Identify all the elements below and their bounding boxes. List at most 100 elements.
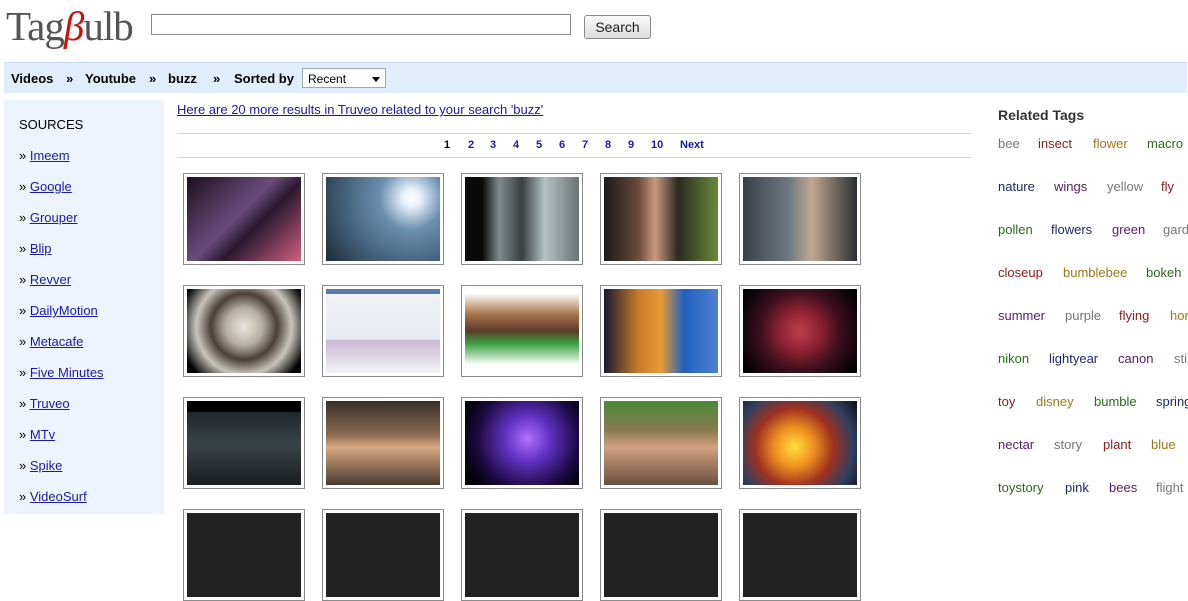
source-link[interactable]: Google: [30, 179, 72, 194]
source-link[interactable]: Five Minutes: [30, 365, 104, 380]
source-link[interactable]: DailyMotion: [30, 303, 98, 318]
video-thumbnail[interactable]: [183, 397, 305, 489]
search-button[interactable]: Search: [584, 15, 651, 39]
related-tag[interactable]: story: [1054, 437, 1082, 452]
page-link[interactable]: 6: [559, 139, 565, 151]
page-link[interactable]: 4: [513, 139, 519, 151]
video-thumbnail[interactable]: [183, 173, 305, 265]
breadcrumb-buzz[interactable]: buzz: [168, 71, 197, 86]
source-link[interactable]: Grouper: [30, 210, 78, 225]
related-tag[interactable]: closeup: [998, 265, 1043, 280]
video-thumbnail[interactable]: [739, 509, 861, 601]
related-tag[interactable]: bees: [1109, 480, 1137, 495]
video-thumbnail-image: [604, 401, 718, 485]
related-tag[interactable]: green: [1112, 222, 1145, 237]
video-thumbnail[interactable]: [183, 285, 305, 377]
related-tag[interactable]: toy: [998, 394, 1015, 409]
related-tag[interactable]: nectar: [998, 437, 1034, 452]
search-input[interactable]: [151, 14, 571, 35]
source-link[interactable]: Metacafe: [30, 334, 83, 349]
video-thumbnail-image: [465, 289, 579, 373]
related-tag[interactable]: yellow: [1107, 179, 1143, 194]
breadcrumb-videos[interactable]: Videos: [11, 71, 53, 86]
video-thumbnail[interactable]: [461, 173, 583, 265]
related-tag[interactable]: bumble: [1094, 394, 1137, 409]
page-link[interactable]: 9: [628, 139, 634, 151]
related-tag[interactable]: summer: [998, 308, 1045, 323]
video-thumbnail[interactable]: [183, 509, 305, 601]
source-link[interactable]: Blip: [30, 241, 52, 256]
related-tag[interactable]: hor: [1170, 308, 1188, 323]
source-link[interactable]: MTv: [30, 427, 55, 442]
video-thumbnail[interactable]: [461, 285, 583, 377]
page-link[interactable]: 1: [444, 139, 450, 151]
video-thumbnail[interactable]: [600, 509, 722, 601]
source-link[interactable]: Truveo: [30, 396, 70, 411]
tagbulb-logo[interactable]: Tagβulb: [6, 3, 134, 49]
source-item: » Google: [19, 179, 72, 194]
related-tag[interactable]: purple: [1065, 308, 1101, 323]
related-tag[interactable]: flower: [1093, 136, 1128, 151]
logo-text-ulb: ulb: [83, 3, 133, 49]
related-tag[interactable]: canon: [1118, 351, 1153, 366]
bullet-icon: »: [19, 427, 27, 442]
video-thumbnail[interactable]: [739, 173, 861, 265]
source-link[interactable]: Spike: [30, 458, 63, 473]
video-thumbnail[interactable]: [600, 397, 722, 489]
related-tag[interactable]: plant: [1103, 437, 1131, 452]
video-thumbnail-image: [465, 177, 579, 261]
source-link[interactable]: Imeem: [30, 148, 70, 163]
next-page-link[interactable]: Next: [680, 139, 704, 151]
breadcrumb-youtube[interactable]: Youtube: [85, 71, 136, 86]
page-link[interactable]: 5: [536, 139, 542, 151]
related-tag[interactable]: sti: [1174, 351, 1187, 366]
video-thumbnail-image: [187, 177, 301, 261]
source-item: » Revver: [19, 272, 71, 287]
related-tag[interactable]: pink: [1065, 480, 1089, 495]
video-thumbnail[interactable]: [322, 397, 444, 489]
related-tag[interactable]: blue: [1151, 437, 1176, 452]
related-tag[interactable]: toystory: [998, 480, 1044, 495]
sort-select[interactable]: Recent: [302, 68, 386, 88]
video-thumbnail[interactable]: [461, 509, 583, 601]
source-link[interactable]: Revver: [30, 272, 71, 287]
video-thumbnail[interactable]: [322, 173, 444, 265]
video-thumbnail[interactable]: [600, 173, 722, 265]
related-tag[interactable]: wings: [1054, 179, 1087, 194]
source-link[interactable]: VideoSurf: [30, 489, 87, 504]
page-link[interactable]: 7: [582, 139, 588, 151]
related-tag[interactable]: macro: [1147, 136, 1183, 151]
video-thumbnail[interactable]: [322, 509, 444, 601]
page-link[interactable]: 8: [605, 139, 611, 151]
related-tag[interactable]: gard: [1163, 222, 1188, 237]
related-tag[interactable]: flying: [1119, 308, 1149, 323]
related-tag[interactable]: insect: [1038, 136, 1072, 151]
page-link[interactable]: 3: [490, 139, 496, 151]
bullet-icon: »: [19, 148, 27, 163]
related-tag[interactable]: nature: [998, 179, 1035, 194]
video-thumbnail-image: [187, 289, 301, 373]
video-thumbnail[interactable]: [600, 285, 722, 377]
related-tag[interactable]: flowers: [1051, 222, 1092, 237]
chevron-down-icon: [372, 77, 380, 82]
page-link[interactable]: 2: [468, 139, 474, 151]
related-tag[interactable]: bee: [998, 136, 1020, 151]
video-thumbnail[interactable]: [461, 397, 583, 489]
related-tag[interactable]: pollen: [998, 222, 1033, 237]
breadcrumb-bar: Videos » Youtube » buzz » Sorted by Rece…: [4, 62, 1187, 93]
breadcrumb-separator: »: [213, 71, 221, 86]
related-tag[interactable]: nikon: [998, 351, 1029, 366]
related-tag[interactable]: fly: [1161, 179, 1174, 194]
video-thumbnail[interactable]: [739, 397, 861, 489]
more-results-link[interactable]: Here are 20 more results in Truveo relat…: [177, 102, 543, 117]
video-thumbnail[interactable]: [322, 285, 444, 377]
related-tag[interactable]: spring: [1156, 394, 1188, 409]
video-thumbnail[interactable]: [739, 285, 861, 377]
page-link[interactable]: 10: [651, 139, 663, 151]
related-tag[interactable]: disney: [1036, 394, 1074, 409]
related-tag[interactable]: bokeh: [1146, 265, 1181, 280]
related-tag[interactable]: lightyear: [1049, 351, 1098, 366]
related-tag[interactable]: bumblebee: [1063, 265, 1127, 280]
source-item: » MTv: [19, 427, 55, 442]
related-tag[interactable]: flight: [1156, 480, 1183, 495]
